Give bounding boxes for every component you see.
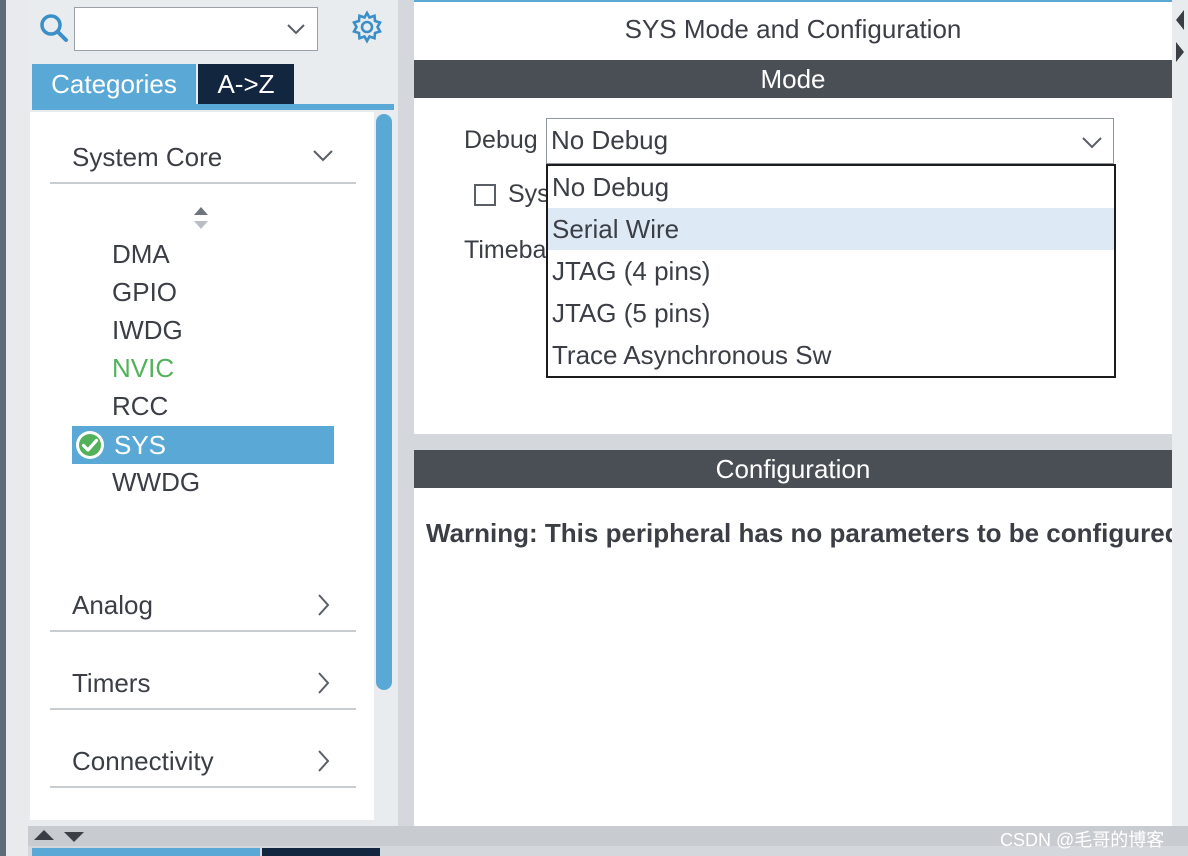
debug-option-serial-wire[interactable]: Serial Wire: [548, 208, 1114, 250]
tab-a-to-z[interactable]: A->Z: [198, 64, 294, 104]
sys-checkbox-label: Sys: [508, 180, 550, 208]
panel-divider[interactable]: [414, 434, 1172, 450]
collapse-arrows-icon[interactable]: [1172, 6, 1188, 66]
check-circle-icon: [76, 431, 104, 459]
tree-item-label: SYS: [114, 430, 167, 460]
tree-item-gpio[interactable]: GPIO: [112, 274, 177, 310]
splitter-arrows-icon[interactable]: [30, 828, 90, 844]
debug-select[interactable]: No Debug: [546, 118, 1114, 164]
tree-scrollbar-thumb[interactable]: [376, 114, 392, 690]
timebase-label: Timeba: [464, 236, 547, 264]
chevron-right-icon: [318, 594, 330, 616]
tree-item-wwdg[interactable]: WWDG: [112, 464, 200, 500]
debug-option-no-debug[interactable]: No Debug: [548, 166, 1114, 208]
category-timers[interactable]: Timers: [50, 666, 356, 710]
configuration-section-header: Configuration: [414, 450, 1172, 488]
tree-item-sys[interactable]: SYS: [72, 426, 334, 464]
debug-label: Debug: [464, 126, 538, 154]
chevron-down-icon[interactable]: [285, 18, 307, 40]
chevron-down-icon: [313, 150, 333, 162]
mode-section-header: Mode: [414, 60, 1172, 98]
chevron-down-icon: [1082, 137, 1102, 149]
sys-checkbox[interactable]: [474, 184, 496, 206]
tree-item-nvic[interactable]: NVIC: [112, 350, 174, 386]
warning-message: Warning: This peripheral has no paramete…: [426, 518, 1172, 548]
sort-icon[interactable]: [191, 205, 211, 231]
category-system-core[interactable]: System Core: [50, 140, 356, 184]
tree-item-iwdg[interactable]: IWDG: [112, 312, 183, 348]
watermark: CSDN @毛哥的博客: [1000, 830, 1165, 850]
debug-select-value: No Debug: [551, 125, 669, 155]
search-combobox[interactable]: [74, 7, 318, 51]
tab-categories[interactable]: Categories: [32, 64, 196, 104]
category-label: Timers: [72, 668, 151, 698]
page-title: SYS Mode and Configuration: [624, 14, 962, 44]
search-icon[interactable]: [38, 12, 70, 44]
debug-option-jtag-5[interactable]: JTAG (5 pins): [548, 292, 1114, 334]
debug-option-trace-async[interactable]: Trace Asynchronous Sw: [548, 334, 1114, 376]
window-edge-light: [6, 0, 28, 856]
tabs-underline: [32, 104, 394, 110]
category-label: Connectivity: [72, 746, 214, 776]
tree-item-dma[interactable]: DMA: [112, 236, 170, 272]
category-label: System Core: [72, 142, 223, 172]
chevron-right-icon: [318, 750, 330, 772]
gear-icon[interactable]: [350, 10, 384, 44]
category-connectivity[interactable]: Connectivity: [50, 744, 356, 788]
bottom-tab-active[interactable]: [32, 848, 260, 856]
bottom-tab-inactive[interactable]: [262, 848, 380, 856]
category-label: Analog: [72, 590, 153, 620]
right-scrollbar[interactable]: [1172, 0, 1188, 826]
chevron-right-icon: [318, 672, 330, 694]
debug-option-jtag-4[interactable]: JTAG (4 pins): [548, 250, 1114, 292]
category-analog[interactable]: Analog: [50, 588, 356, 632]
configuration-panel: Warning: This peripheral has no paramete…: [414, 488, 1172, 826]
tree-item-rcc[interactable]: RCC: [112, 388, 168, 424]
debug-dropdown-list: No Debug Serial Wire JTAG (4 pins) JTAG …: [546, 164, 1116, 378]
